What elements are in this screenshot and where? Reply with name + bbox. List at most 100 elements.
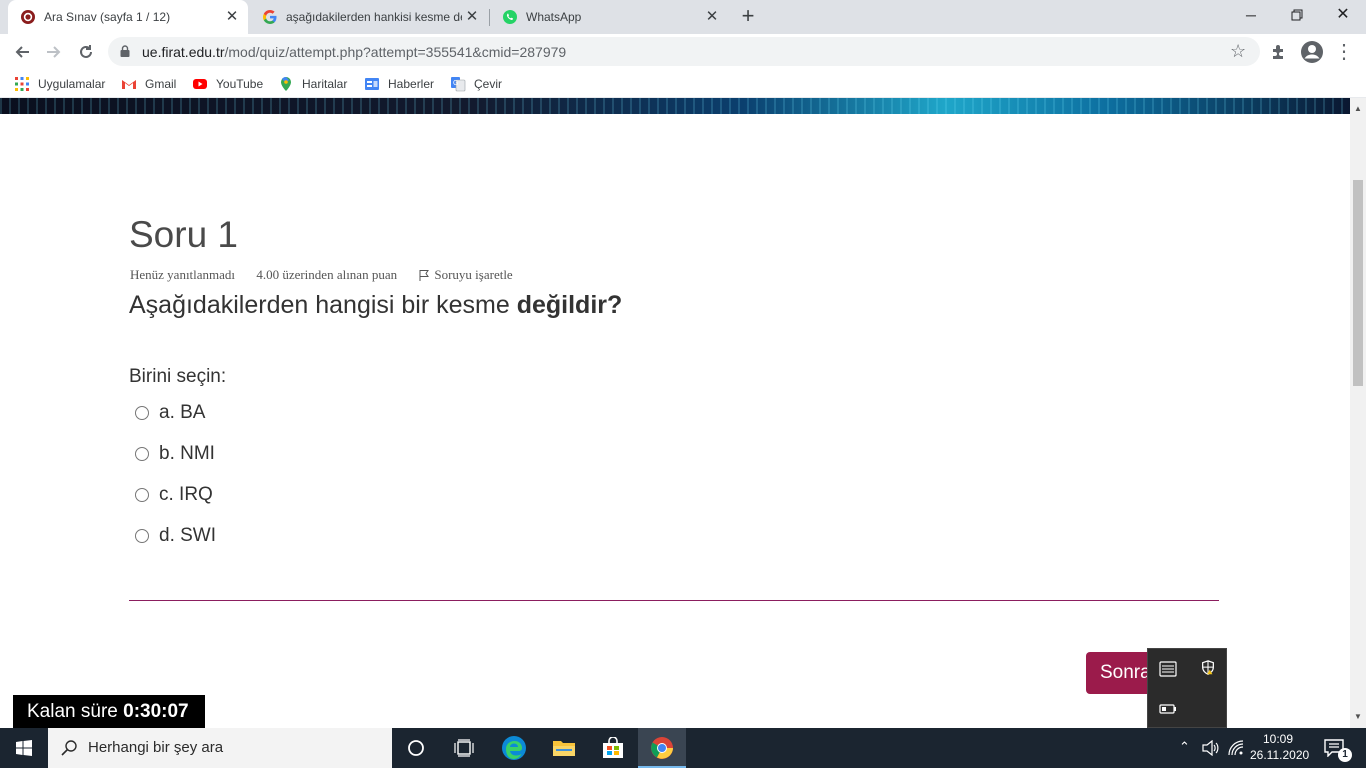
folder-icon — [553, 741, 575, 756]
question-heading: Soru 1 — [129, 214, 239, 255]
google-favicon-icon — [263, 10, 277, 24]
quiz-timer: Kalan süre 0:30:07 — [13, 695, 205, 728]
radio-button[interactable] — [135, 529, 149, 543]
bookmark-label: YouTube — [216, 77, 264, 91]
scroll-thumb[interactable] — [1353, 180, 1363, 386]
cortana-circle-icon — [408, 740, 424, 756]
hidden-icons-popup — [1147, 648, 1227, 728]
section-divider — [129, 600, 1219, 601]
store-app[interactable] — [589, 728, 637, 768]
answer-prompt: Birini seçin: — [129, 366, 227, 387]
timer-value: 0:30:07 — [123, 701, 189, 722]
security-shield-icon[interactable] — [1199, 660, 1217, 676]
new-tab-button[interactable]: + — [736, 5, 760, 29]
edge-icon — [502, 736, 526, 760]
cortana-button[interactable] — [392, 728, 440, 768]
battery-tray-icon[interactable] — [1159, 701, 1177, 717]
bookmark-maps[interactable]: Haritalar — [278, 76, 347, 92]
restore-button[interactable] — [1274, 0, 1320, 30]
header-banner-image — [0, 98, 1350, 114]
store-bag-icon — [603, 737, 623, 758]
news-icon — [365, 78, 379, 90]
answer-option-d[interactable]: d. SWI — [135, 525, 216, 547]
search-placeholder: Herhangi bir şey ara — [88, 739, 224, 756]
back-button[interactable] — [8, 38, 36, 66]
url-text: ue.firat.edu.tr/mod/quiz/attempt.php?att… — [142, 44, 566, 60]
option-label: d. SWI — [159, 525, 217, 546]
bookmark-label: Çevir — [474, 77, 503, 91]
bookmark-label: Uygulamalar — [38, 77, 106, 91]
bookmark-label: Haritalar — [302, 77, 348, 91]
scroll-down-arrow-icon[interactable]: ▼ — [1353, 712, 1363, 722]
chrome-icon — [651, 737, 673, 759]
bookmark-youtube[interactable]: YouTube — [192, 76, 263, 92]
volume-icon[interactable] — [1202, 740, 1220, 756]
timer-label: Kalan süre — [27, 701, 124, 722]
quiz-page: Soru 1 Henüz yanıtlanmadı 4.00 üzerinden… — [0, 98, 1350, 728]
bookmarks-bar: Uygulamalar Gmail YouTube Haritalar Habe… — [0, 70, 1366, 98]
question-info: Henüz yanıtlanmadı 4.00 üzerinden alınan… — [130, 267, 513, 283]
restore-icon — [1291, 9, 1303, 21]
forward-arrow-icon — [47, 46, 61, 58]
question-text: Aşağıdakilerden hangisi bir kesme değild… — [129, 291, 622, 320]
svg-text:G: G — [453, 80, 458, 87]
show-hidden-icons-chevron-icon[interactable]: ⌃ — [1179, 739, 1190, 755]
gmail-icon — [122, 80, 136, 89]
radio-button[interactable] — [135, 447, 149, 461]
tab-google-search[interactable]: aşağıdakilerden hankisi kesme de ✕ — [250, 0, 488, 34]
tab-title: aşağıdakilerden hankisi kesme de — [286, 10, 462, 24]
tab-title: WhatsApp — [526, 10, 582, 24]
chrome-app[interactable] — [638, 728, 686, 768]
maps-pin-icon — [281, 77, 291, 91]
action-center-button[interactable]: 1 — [1316, 728, 1366, 768]
url-host: ue.firat.edu.tr — [142, 44, 225, 60]
flag-question-link[interactable]: Soruyu işaretle — [418, 267, 513, 282]
question-text-bold: değildir? — [516, 291, 623, 319]
extensions-puzzle-icon[interactable] — [1268, 40, 1292, 64]
close-window-button[interactable]: ✕ — [1320, 0, 1366, 30]
tab-quiz[interactable]: Ara Sınav (sayfa 1 / 12) ✕ — [8, 0, 248, 34]
radio-button[interactable] — [135, 488, 149, 502]
bookmark-apps[interactable]: Uygulamalar — [14, 76, 105, 92]
close-tab-icon[interactable]: ✕ — [464, 9, 480, 25]
taskbar-clock[interactable]: 10:09 26.11.2020 — [1250, 731, 1310, 763]
bookmark-news[interactable]: Haberler — [364, 76, 434, 92]
task-view-button[interactable] — [440, 728, 488, 768]
minimize-button[interactable]: ─ — [1228, 0, 1274, 30]
option-label: c. IRQ — [159, 484, 213, 505]
file-explorer-app[interactable] — [540, 728, 588, 768]
flag-question-label: Soruyu işaretle — [434, 267, 513, 282]
answer-option-c[interactable]: c. IRQ — [135, 484, 213, 506]
forward-button[interactable] — [40, 38, 68, 66]
bookmark-translate[interactable]: G Çevir — [450, 76, 502, 92]
scroll-up-arrow-icon[interactable]: ▲ — [1353, 104, 1363, 114]
bookmark-gmail[interactable]: Gmail — [121, 76, 176, 92]
question-status: Henüz yanıtlanmadı — [130, 267, 236, 282]
reload-button[interactable] — [72, 38, 100, 66]
edge-app[interactable] — [490, 728, 538, 768]
bookmark-star-icon[interactable]: ☆ — [1230, 41, 1246, 62]
page-scrollbar[interactable]: ▲ ▼ — [1350, 98, 1366, 728]
radio-button[interactable] — [135, 406, 149, 420]
translate-icon: G — [451, 77, 466, 92]
tab-whatsapp[interactable]: WhatsApp ✕ — [490, 0, 728, 34]
option-label: a. BA — [159, 402, 206, 423]
url-path: /mod/quiz/attempt.php?attempt=355541&cmi… — [224, 44, 567, 60]
answer-option-b[interactable]: b. NMI — [135, 443, 215, 465]
profile-avatar-icon[interactable] — [1300, 40, 1324, 64]
taskbar-search-box[interactable]: Herhangi bir şey ara — [48, 728, 392, 768]
start-button[interactable] — [0, 728, 48, 768]
close-tab-icon[interactable]: ✕ — [224, 9, 240, 25]
address-bar[interactable]: ue.firat.edu.tr/mod/quiz/attempt.php?att… — [108, 37, 1260, 66]
tab-title: Ara Sınav (sayfa 1 / 12) — [44, 10, 171, 24]
storage-tray-icon[interactable] — [1159, 661, 1177, 677]
windows-logo-icon — [16, 740, 32, 756]
clock-date: 26.11.2020 — [1250, 748, 1310, 762]
whatsapp-favicon-icon — [503, 10, 517, 24]
youtube-icon — [193, 79, 207, 89]
flag-icon — [419, 270, 430, 281]
chrome-menu-kebab-icon[interactable]: ⋮ — [1330, 38, 1358, 66]
answer-option-a[interactable]: a. BA — [135, 402, 205, 424]
close-tab-icon[interactable]: ✕ — [704, 9, 720, 25]
wifi-icon[interactable] — [1228, 740, 1244, 756]
